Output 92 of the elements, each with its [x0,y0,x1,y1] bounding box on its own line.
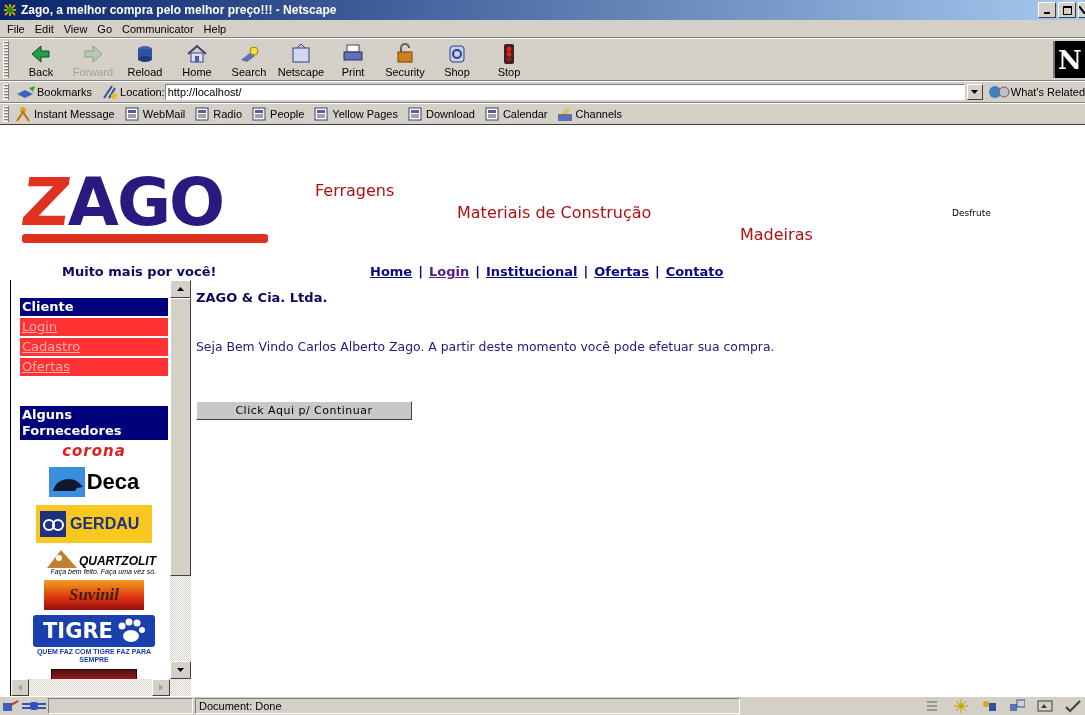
right-arrow-icon [159,684,163,691]
bookmark-link[interactable]: Channels [556,106,622,122]
home-button[interactable]: Home [171,39,223,80]
bookmark-link[interactable]: Yellow Pages [313,106,398,122]
search-button[interactable]: Search [223,39,275,80]
menu-item[interactable]: View [58,22,93,35]
brand-name: GERDAU [70,515,140,533]
menu-item[interactable]: Communicator [117,22,199,35]
menu-item[interactable]: Go [92,22,118,35]
supplier-logo[interactable]: corona [62,444,126,459]
maximize-icon [1062,5,1072,15]
separator: | [654,264,660,279]
related-icon [986,84,1011,100]
bookmark-link[interactable]: Radio [194,106,243,122]
mountain-icon [46,548,77,568]
person-icon [15,106,31,122]
shop-button[interactable]: Shop [431,39,483,80]
dropdown-button[interactable] [966,84,983,100]
down-arrow-icon [177,668,184,672]
up-arrow-icon [177,287,184,291]
netscape-button[interactable]: Netscape [275,39,327,80]
brand-name: Suvinil [68,585,120,605]
tagline: Materiais de Construção [457,203,653,224]
status-text: Document: Done [195,698,740,714]
tray-icon [556,106,573,122]
toolbar-grip[interactable] [3,106,9,122]
bookmark-link[interactable]: Calendar [483,106,548,122]
back-button[interactable]: Back [15,39,67,80]
nav-link[interactable]: Login [428,264,470,279]
url-field[interactable]: http://localhost/ [164,84,965,100]
supplier-logo[interactable]: Deca [48,464,140,500]
stop-button[interactable]: Stop [483,39,535,80]
bookmarks-button[interactable]: Bookmarks [37,86,93,98]
left-arrow-icon [18,684,22,691]
page-icon [251,106,268,122]
caret-icon [971,90,979,94]
brand-name: Deca [86,469,140,495]
arrow-icon [29,42,53,66]
horizontal-scrollbar[interactable] [11,679,191,696]
bookmark-link[interactable]: WebMail [123,106,186,122]
location-label: Location: [120,86,165,98]
bookmark-link[interactable]: Instant Message [15,106,115,122]
nav-link[interactable]: Ofertas [594,264,649,279]
page-icon [313,106,330,122]
toolbar-grip[interactable] [3,84,9,100]
brand-logo: N [1053,41,1085,78]
reload-button[interactable]: Reload [119,39,171,80]
tagline: Ferragens [315,181,396,202]
bookmark-link[interactable]: Download [406,106,475,122]
security-button[interactable]: Security [379,39,431,80]
nav-link[interactable]: Home [370,264,413,279]
supplier-logo[interactable]: GERDAU [36,505,152,543]
bookmark-icon [15,84,37,100]
window-title: Zago, a melhor compra pelo melhor preço!!! - Netscape [21,3,338,17]
page-icon [483,106,500,122]
separator: | [583,264,589,279]
bookmark-link[interactable]: People [251,106,305,122]
menu-item[interactable]: Edit [29,22,59,35]
page-icon [123,106,140,122]
brand-name: QUARTZOLIT [78,554,156,568]
section-header: Cliente [20,298,168,316]
square-logo-icon [40,511,66,537]
page-icon [194,106,211,122]
vertical-scrollbar[interactable] [170,280,191,679]
close-icon [1079,6,1085,14]
menu-item[interactable]: Help [198,22,232,35]
side-note: Desfrute [952,208,992,220]
nav-link[interactable]: Contato [665,264,724,279]
close-button[interactable] [1078,2,1085,18]
continue-button[interactable]: Click Aqui p/ Continuar [196,401,412,420]
page-icon [406,106,423,122]
tray-icon [289,42,313,66]
whats-related-button[interactable]: What's Related [1010,86,1085,98]
zago-logo: ZAGO [22,175,272,245]
print-button[interactable]: Print [327,39,379,80]
separator: | [475,264,480,279]
app-icon [2,2,18,18]
brand-name: TIGRE [43,619,113,643]
menu-item[interactable]: File [2,22,30,35]
minimize-button[interactable] [1038,2,1056,18]
slogan: Muito mais por você! [61,264,218,279]
paw-icon [116,618,145,644]
house-icon [185,42,209,66]
separator: | [418,264,423,279]
toolbar-grip[interactable] [3,41,9,78]
tagline: Madeiras [740,225,814,246]
nav-link[interactable]: Institucional [485,264,578,279]
company-name: ZAGO & Cia. Ltda. [196,290,329,305]
welcome-message: Seja Bem Vindo Carlos Alberto Zago. A partir deste momento você pode efetuar sua compra. [196,339,776,354]
maximize-button[interactable] [1058,2,1076,18]
connection-icon [22,699,46,713]
section-header: Alguns Fornecedores [20,406,168,440]
